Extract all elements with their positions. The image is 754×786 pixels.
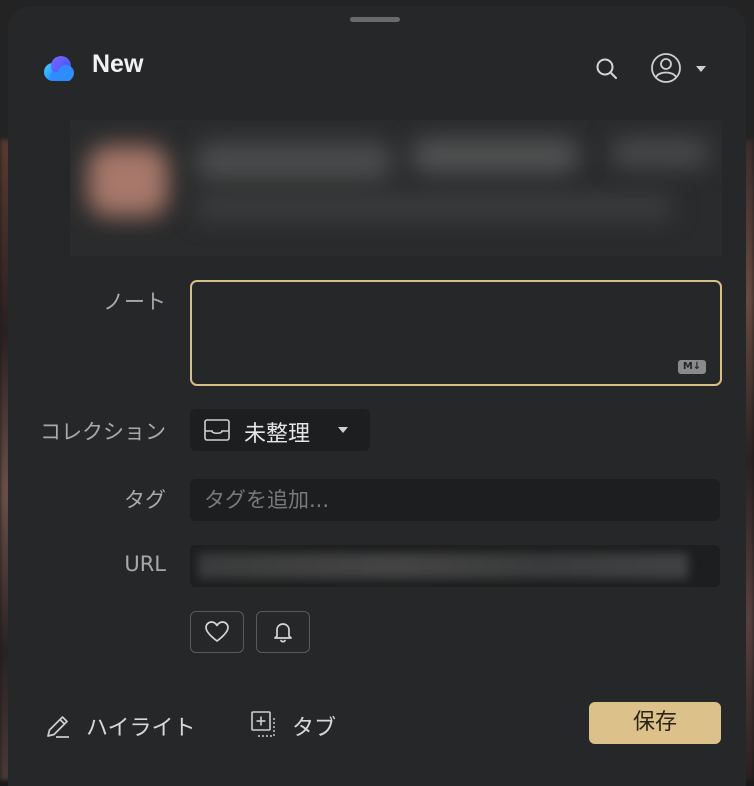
page-preview-thumbnail [70, 120, 722, 256]
add-tab-icon [251, 711, 275, 737]
collection-value: 未整理 [244, 422, 311, 447]
bell-icon [274, 623, 292, 643]
tab-button[interactable]: タブ [250, 708, 360, 744]
drag-handle[interactable] [350, 17, 400, 22]
page-title: New [92, 50, 144, 78]
note-textarea[interactable]: M↓ [190, 280, 722, 386]
chevron-down-icon [338, 427, 348, 433]
reminder-button[interactable] [256, 611, 310, 653]
note-label: ノート [103, 290, 166, 314]
search-icon[interactable] [592, 54, 622, 84]
account-menu-button[interactable] [648, 50, 712, 86]
highlight-button[interactable]: ハイライト [44, 708, 224, 744]
tab-label: タブ [292, 716, 337, 741]
chevron-down-icon [696, 66, 706, 72]
markdown-icon: M↓ [678, 360, 706, 374]
collection-label: コレクション [40, 420, 166, 444]
url-label: URL [124, 552, 166, 576]
pencil-icon [47, 716, 69, 738]
bookmark-popup: New ノート M↓ コレクション 未整理 タグ URL [8, 6, 746, 786]
highlight-label: ハイライト [86, 716, 196, 741]
tag-label: タグ [124, 488, 166, 512]
user-circle-icon [651, 53, 681, 83]
inbox-icon [204, 419, 230, 441]
collection-dropdown[interactable]: 未整理 [190, 409, 370, 451]
favorite-button[interactable] [190, 611, 244, 653]
heart-icon [205, 621, 229, 642]
cloud-logo-icon [44, 56, 74, 81]
save-button[interactable]: 保存 [589, 702, 721, 744]
url-field[interactable] [190, 545, 720, 587]
tag-input[interactable] [190, 479, 720, 521]
url-value-redacted [198, 553, 688, 579]
